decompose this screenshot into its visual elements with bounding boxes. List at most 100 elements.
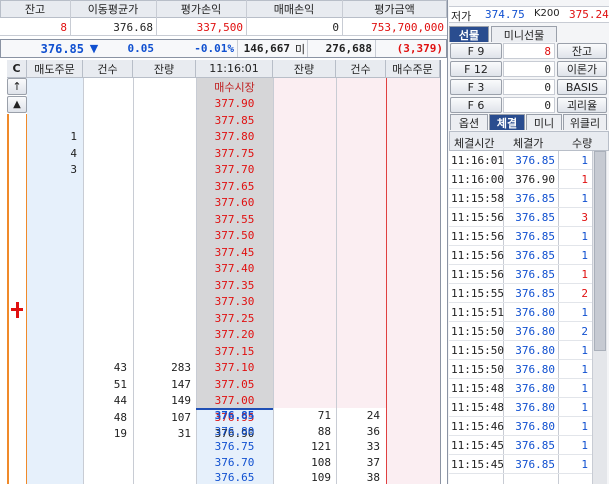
- sell-row[interactable]: 1 377.80: [27, 129, 438, 146]
- buy-order-cell[interactable]: [386, 439, 436, 455]
- sell-order-cell[interactable]: [27, 212, 77, 229]
- sell-price-cell[interactable]: 377.50: [196, 228, 273, 245]
- sell-count-cell: [83, 146, 127, 163]
- tab-mini-futures[interactable]: 미니선물: [491, 26, 557, 42]
- trade-row: 11:15:45 376.85 1: [449, 436, 592, 455]
- sell-order-cell[interactable]: [27, 113, 77, 130]
- sell-price-cell[interactable]: 377.70: [196, 162, 273, 179]
- sell-row[interactable]: 377.65: [27, 179, 438, 196]
- sell-price-cell[interactable]: 377.60: [196, 195, 273, 212]
- sell-qty-cell: [133, 179, 191, 196]
- sell-price-cell[interactable]: 377.90: [196, 96, 273, 113]
- sell-row[interactable]: 43 283 377.10: [27, 360, 438, 377]
- sell-order-cell[interactable]: [27, 327, 77, 344]
- sell-row[interactable]: 377.30: [27, 294, 438, 311]
- trade-price: 376.85: [515, 154, 555, 167]
- sell-row[interactable]: 377.45: [27, 245, 438, 262]
- sell-price-cell[interactable]: 377.40: [196, 261, 273, 278]
- tab-mini[interactable]: 미니: [526, 114, 562, 130]
- futures-row[interactable]: F 6 0 괴리율: [449, 97, 609, 114]
- futures-side-button[interactable]: 잔고: [557, 43, 607, 59]
- futures-row[interactable]: F 9 8 잔고: [449, 43, 609, 60]
- sell-order-cell[interactable]: [27, 344, 77, 361]
- sell-row[interactable]: 377.40: [27, 261, 438, 278]
- tab-weekly[interactable]: 위클리: [563, 114, 607, 130]
- volume: 146,667: [243, 42, 290, 55]
- futures-side-button[interactable]: 이론가: [557, 61, 607, 77]
- futures-contract-label[interactable]: F 9: [450, 43, 502, 59]
- sell-order-cell[interactable]: [27, 195, 77, 212]
- sell-row[interactable]: 377.20: [27, 327, 438, 344]
- sell-price-cell[interactable]: 377.80: [196, 129, 273, 146]
- sell-order-cell[interactable]: [27, 228, 77, 245]
- sell-order-cell[interactable]: [27, 179, 77, 196]
- sell-order-cell[interactable]: [27, 96, 77, 113]
- tab-options[interactable]: 옵션: [450, 114, 488, 130]
- sell-row[interactable]: 377.90: [27, 96, 438, 113]
- position-strip[interactable]: [7, 114, 27, 484]
- trade-scrollbar-thumb[interactable]: [594, 151, 606, 351]
- sell-price-cell[interactable]: 377.85: [196, 113, 273, 130]
- sell-price-cell[interactable]: 377.25: [196, 311, 273, 328]
- market-buy-label[interactable]: 매수시장: [196, 79, 273, 96]
- sell-row[interactable]: 377.55: [27, 212, 438, 229]
- futures-contract-label[interactable]: F 3: [450, 79, 502, 95]
- scroll-up-button[interactable]: ↑: [7, 78, 27, 95]
- sell-row[interactable]: 377.25: [27, 311, 438, 328]
- sell-price-cell[interactable]: 377.55: [196, 212, 273, 229]
- sell-order-cell[interactable]: [27, 278, 77, 295]
- sell-order-cell[interactable]: [27, 360, 77, 377]
- book-clear-button[interactable]: C: [7, 60, 27, 78]
- sell-price-cell[interactable]: 377.20: [196, 327, 273, 344]
- buy-price-cell[interactable]: 376.75: [196, 439, 273, 455]
- sell-row[interactable]: 377.85: [27, 113, 438, 130]
- buy-order-cell[interactable]: [386, 408, 436, 424]
- buy-order-cell[interactable]: [386, 455, 436, 471]
- futures-contract-label[interactable]: F 12: [450, 61, 502, 77]
- buy-price-cell[interactable]: 376.65: [196, 470, 273, 484]
- buy-row[interactable]: 376.65 109 38: [27, 470, 438, 484]
- sell-row[interactable]: 377.60: [27, 195, 438, 212]
- sell-order-cell[interactable]: 4: [27, 146, 77, 163]
- sell-price-cell[interactable]: 377.35: [196, 278, 273, 295]
- futures-side-button[interactable]: BASIS: [557, 79, 607, 95]
- buy-order-cell[interactable]: [386, 470, 436, 484]
- sell-price-cell[interactable]: 377.45: [196, 245, 273, 262]
- buy-row[interactable]: 376.75 121 33: [27, 439, 438, 455]
- sell-order-cell[interactable]: [27, 377, 77, 394]
- sell-qty-cell: [133, 327, 191, 344]
- buy-price-cell[interactable]: 376.70: [196, 455, 273, 471]
- sell-order-cell[interactable]: 1: [27, 129, 77, 146]
- sell-row[interactable]: 377.50: [27, 228, 438, 245]
- futures-row[interactable]: F 12 0 이론가: [449, 61, 609, 78]
- scroll-top-button[interactable]: ▲: [7, 96, 27, 113]
- sell-price-cell[interactable]: 377.75: [196, 146, 273, 163]
- sell-order-cell[interactable]: [27, 294, 77, 311]
- sell-row[interactable]: 377.35: [27, 278, 438, 295]
- sell-row[interactable]: 4 377.75: [27, 146, 438, 163]
- buy-row[interactable]: 376.70 108 37: [27, 455, 438, 471]
- sell-price-cell[interactable]: 377.10: [196, 360, 273, 377]
- trade-price: 376.80: [515, 306, 555, 319]
- sell-price-cell[interactable]: 377.15: [196, 344, 273, 361]
- buy-order-cell[interactable]: [386, 424, 436, 440]
- buy-qty-cell: 71: [317, 409, 331, 422]
- trade-scrollbar[interactable]: [592, 151, 607, 484]
- futures-position-value: 0: [503, 61, 555, 77]
- sell-price-cell[interactable]: 377.65: [196, 179, 273, 196]
- futures-contract-label[interactable]: F 6: [450, 97, 502, 113]
- arrow-up-icon: ↑: [12, 80, 22, 93]
- sell-order-cell[interactable]: [27, 311, 77, 328]
- futures-side-button[interactable]: 괴리율: [557, 97, 607, 113]
- sell-row[interactable]: 51 147 377.05: [27, 377, 438, 394]
- sell-row[interactable]: 3 377.70: [27, 162, 438, 179]
- sell-price-cell[interactable]: 377.05: [196, 377, 273, 394]
- sell-order-cell[interactable]: 3: [27, 162, 77, 179]
- sell-row[interactable]: 377.15: [27, 344, 438, 361]
- futures-row[interactable]: F 3 0 BASIS: [449, 79, 609, 96]
- sell-order-cell[interactable]: [27, 245, 77, 262]
- tab-futures[interactable]: 선물: [449, 26, 489, 42]
- sell-order-cell[interactable]: [27, 261, 77, 278]
- tab-executions[interactable]: 체결: [489, 114, 525, 130]
- sell-price-cell[interactable]: 377.30: [196, 294, 273, 311]
